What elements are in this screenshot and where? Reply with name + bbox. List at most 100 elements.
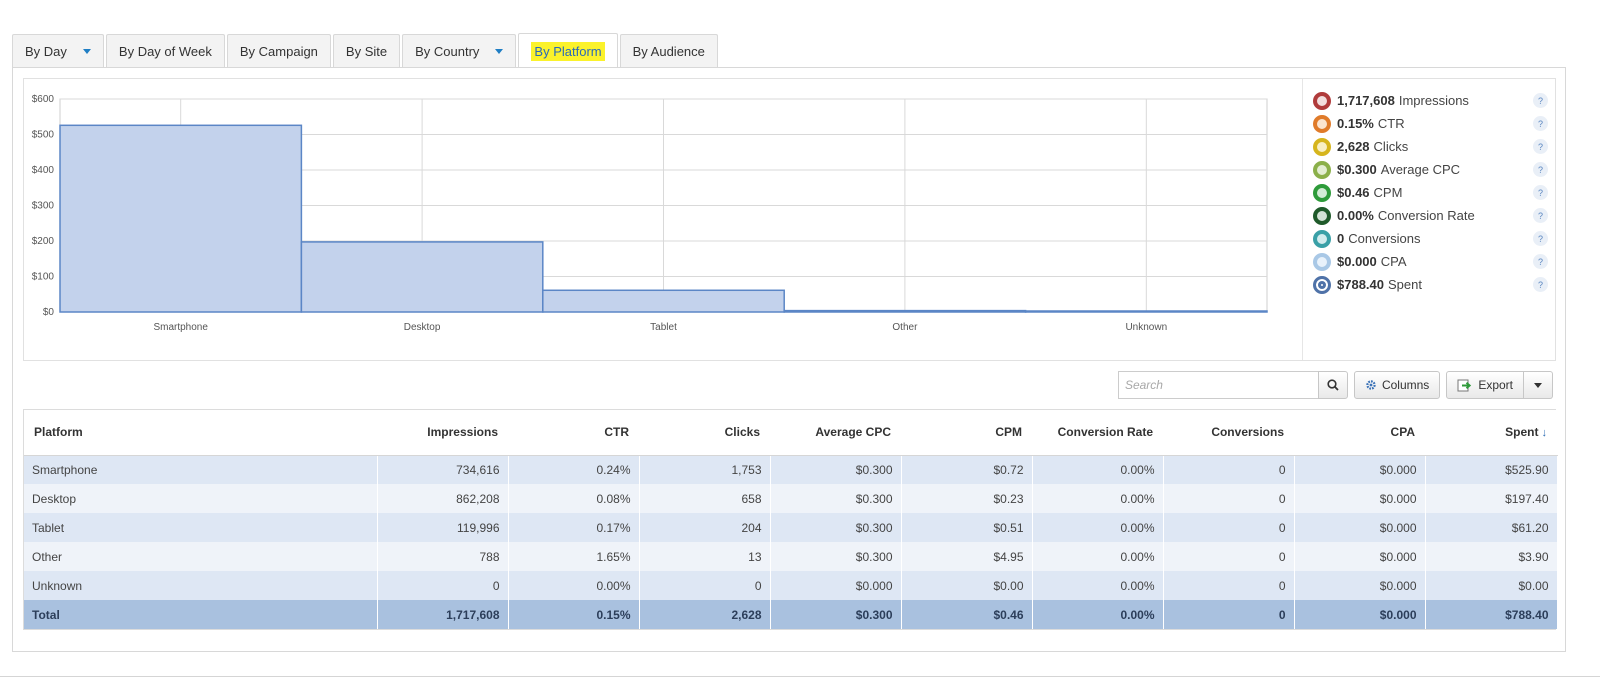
legend-item[interactable]: $788.40 Spent? <box>1313 273 1548 296</box>
table-cell: 0 <box>1163 484 1295 513</box>
table-cell: $61.20 <box>1425 513 1558 542</box>
help-icon[interactable]: ? <box>1533 116 1548 131</box>
table-cell: 1,753 <box>639 455 771 484</box>
legend-label: CTR <box>1377 116 1405 131</box>
total-cell: 0 <box>1163 600 1295 629</box>
table-cell: Desktop <box>24 484 378 513</box>
column-header[interactable]: Conversion Rate <box>1032 410 1163 456</box>
y-tick-label: $400 <box>32 165 55 176</box>
column-header[interactable]: CTR <box>508 410 639 456</box>
toggle-circle-icon[interactable] <box>1313 137 1331 156</box>
bar <box>1024 310 1268 313</box>
legend-item[interactable]: 2,628 Clicks? <box>1313 135 1548 158</box>
table-cell: 1.65% <box>508 542 640 571</box>
bar <box>783 309 1027 313</box>
legend-item[interactable]: 0 Conversions? <box>1313 227 1548 250</box>
total-cell: 0.15% <box>508 600 640 629</box>
column-header[interactable]: Platform <box>24 410 377 456</box>
total-cell: 2,628 <box>639 600 771 629</box>
table-total-row: Total 1,717,608 0.15% 2,628 $0.300 $0.46 0.00%… <box>24 600 1558 629</box>
help-icon[interactable]: ? <box>1533 208 1548 223</box>
tab-by-day[interactable]: By Day <box>12 34 104 68</box>
total-cell: $0.000 <box>1294 600 1426 629</box>
table-row[interactable]: Smartphone 734,616 0.24% 1,753 $0.300 $0.72 0.… <box>24 455 1558 484</box>
column-header[interactable]: CPA <box>1294 410 1425 456</box>
legend-label: Clicks <box>1373 139 1409 154</box>
search-input[interactable] <box>1117 371 1318 399</box>
tab-label: By Platform <box>531 42 605 61</box>
table-row[interactable]: Desktop 862,208 0.08% 658 $0.300 $0.23 0.00% 0 $… <box>24 484 1558 513</box>
chevron-down-icon <box>1534 382 1542 388</box>
help-icon[interactable]: ? <box>1533 277 1548 292</box>
help-icon[interactable]: ? <box>1533 139 1548 154</box>
toggle-circle-icon[interactable] <box>1313 160 1331 179</box>
table-cell: 0 <box>1163 571 1295 600</box>
help-icon[interactable]: ? <box>1533 185 1548 200</box>
tab-by-audience[interactable]: By Audience <box>619 34 718 68</box>
table-cell: $0.51 <box>901 513 1033 542</box>
help-icon[interactable]: ? <box>1533 93 1548 108</box>
columns-label: Columns <box>1381 378 1430 392</box>
column-header-label: Clicks <box>724 425 760 440</box>
toggle-circle-icon[interactable] <box>1313 229 1331 248</box>
column-header[interactable]: Conversions <box>1163 410 1294 456</box>
help-icon[interactable]: ? <box>1533 231 1548 246</box>
total-cell: 1,717,608 <box>377 600 509 629</box>
toggle-circle-icon[interactable] <box>1313 252 1331 271</box>
table-cell: 0.00% <box>1032 484 1164 513</box>
legend-item[interactable]: 0.15% CTR? <box>1313 112 1548 135</box>
legend-item[interactable]: $0.46 CPM? <box>1313 181 1548 204</box>
x-tick-label: Other <box>892 322 918 333</box>
chevron-down-icon[interactable] <box>495 49 504 54</box>
chevron-down-icon[interactable] <box>82 49 91 54</box>
search-button[interactable] <box>1317 371 1348 399</box>
export-button[interactable]: Export <box>1446 371 1524 399</box>
legend-value: 0 <box>1337 231 1345 246</box>
table-cell: $0.23 <box>901 484 1033 513</box>
export-split-button: Export <box>1446 371 1553 399</box>
chart-container: $0 $100 $200 $300 $400 $500 $600 Smartphone Des… <box>23 78 1556 361</box>
legend-value: 0.00% <box>1337 208 1374 223</box>
table-cell: 734,616 <box>377 455 509 484</box>
help-icon[interactable]: ? <box>1533 254 1548 269</box>
column-header-label: Spent <box>1505 425 1539 440</box>
column-header[interactable]: Average CPC <box>770 410 901 456</box>
export-dropdown-button[interactable] <box>1524 371 1553 399</box>
y-tick-label: $200 <box>32 236 55 247</box>
table-row[interactable]: Tablet 119,996 0.17% 204 $0.300 $0.51 0.00% 0 $0… <box>24 513 1558 542</box>
tab-by-country[interactable]: By Country <box>402 34 517 68</box>
column-header[interactable]: CPM <box>901 410 1032 456</box>
column-header[interactable]: Impressions <box>377 410 508 456</box>
tab-label: By Day of Week <box>118 44 212 59</box>
table-cell: $0.00 <box>901 571 1033 600</box>
tab-by-campaign[interactable]: By Campaign <box>226 34 331 68</box>
column-header[interactable]: Spent ↓ <box>1425 410 1557 456</box>
bar <box>59 124 303 313</box>
tab-by-day-of-week[interactable]: By Day of Week <box>105 34 225 68</box>
x-tick-label: Desktop <box>404 322 441 333</box>
x-tick-label: Tablet <box>650 322 677 333</box>
help-icon[interactable]: ? <box>1533 162 1548 177</box>
tab-by-platform[interactable]: By Platform <box>518 33 618 69</box>
toggle-circle-icon[interactable] <box>1313 114 1331 133</box>
legend-item[interactable]: $0.000 CPA? <box>1313 250 1548 273</box>
legend-value: 1,717,608 <box>1337 93 1395 108</box>
legend-item[interactable]: 0.00% Conversion Rate? <box>1313 204 1548 227</box>
toggle-circle-icon[interactable] <box>1313 91 1331 110</box>
table-cell: 0 <box>1163 542 1295 571</box>
legend-item[interactable]: 1,717,608 Impressions? <box>1313 89 1548 112</box>
table-row[interactable]: Unknown 0 0.00% 0 $0.000 $0.00 0.00% 0 $0.000 $0.… <box>24 571 1558 600</box>
column-header[interactable]: Clicks <box>639 410 770 456</box>
tab-by-site[interactable]: By Site <box>332 34 401 68</box>
table-cell: 0.08% <box>508 484 640 513</box>
table-cell: 658 <box>639 484 771 513</box>
legend-item[interactable]: $0.300 Average CPC? <box>1313 158 1548 181</box>
bar-chart: $0 $100 $200 $300 $400 $500 $600 Smartphone Des… <box>32 94 1268 333</box>
toggle-circle-icon[interactable] <box>1313 183 1331 202</box>
toggle-circle-icon[interactable] <box>1313 206 1331 225</box>
table-row[interactable]: Other 788 1.65% 13 $0.300 $4.95 0.00% 0 $0.000 $3… <box>24 542 1558 571</box>
toggle-circle-icon[interactable] <box>1313 275 1331 294</box>
legend-label: Spent <box>1388 277 1422 292</box>
columns-button[interactable]: Columns <box>1353 371 1441 399</box>
legend-value: $0.300 <box>1337 162 1377 177</box>
